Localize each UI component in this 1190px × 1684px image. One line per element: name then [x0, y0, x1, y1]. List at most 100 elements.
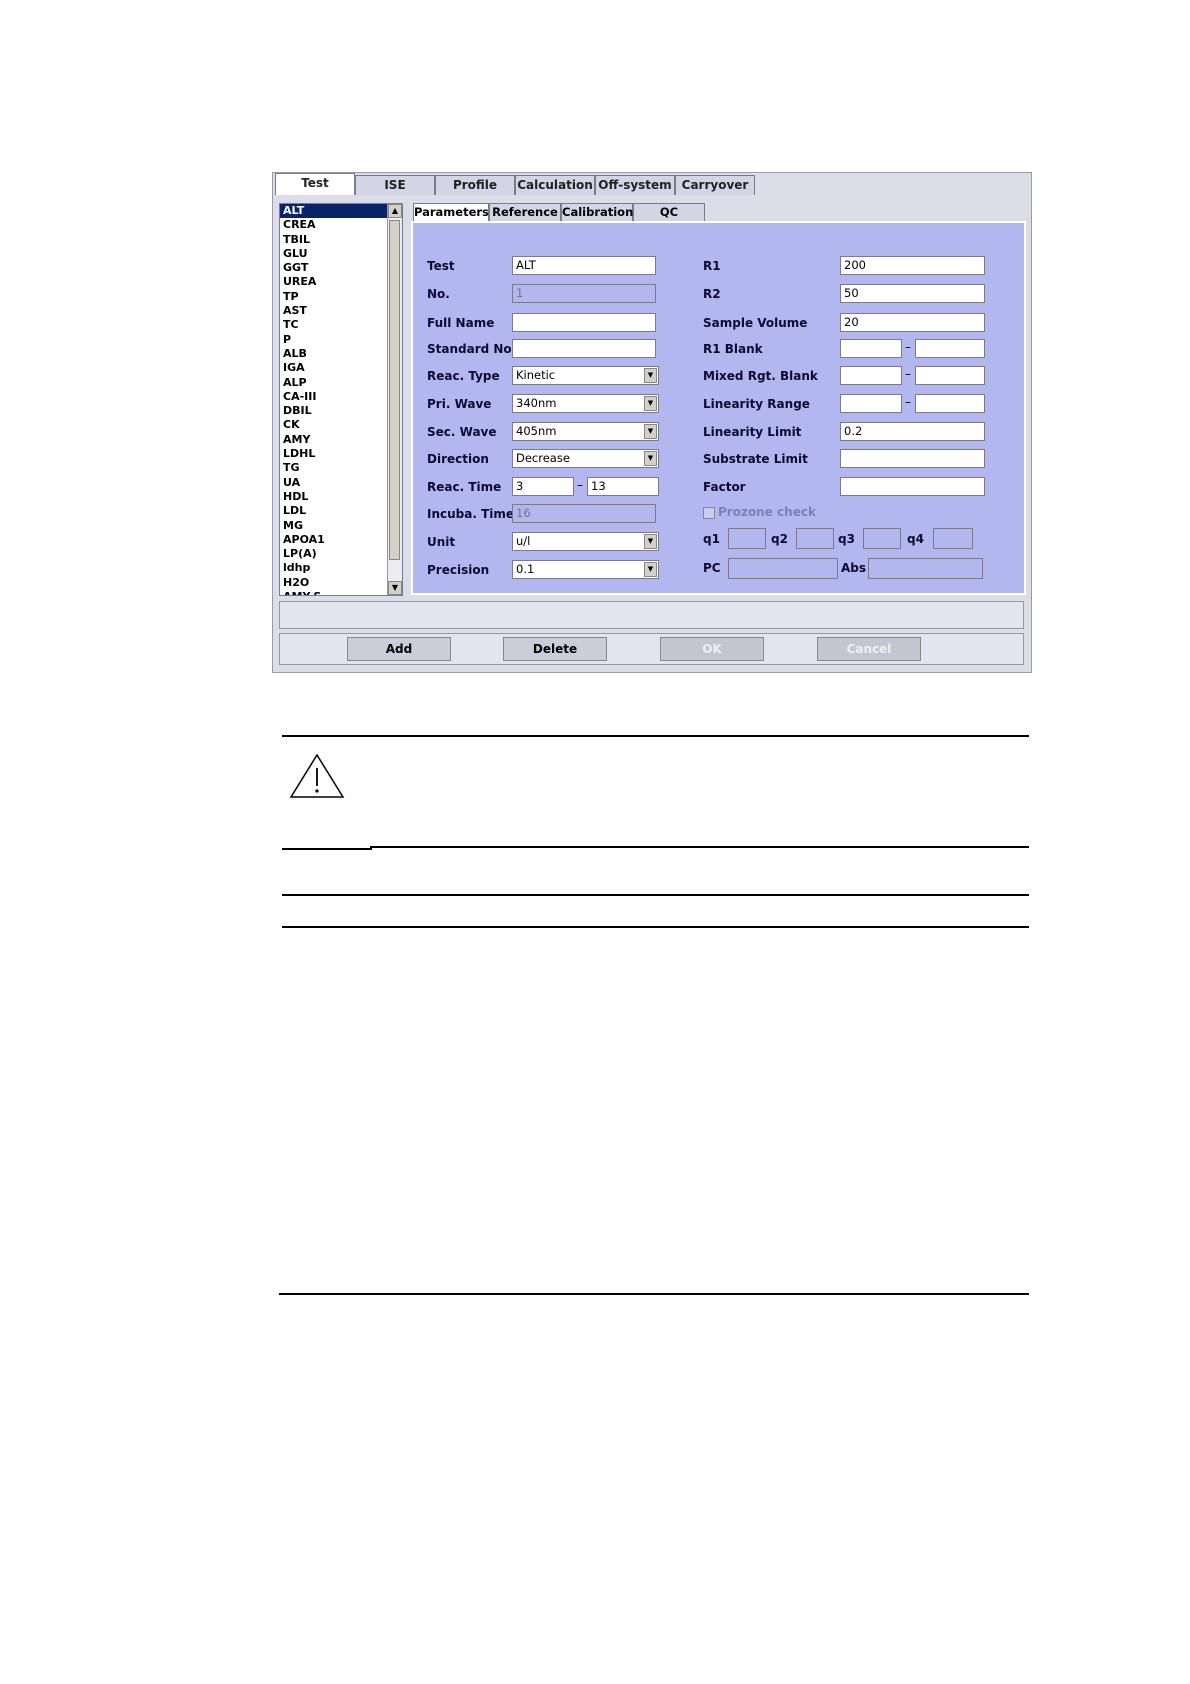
list-item[interactable]: LDL	[280, 504, 388, 518]
label-r1: R1	[703, 259, 721, 273]
substrate-limit-field[interactable]	[840, 449, 985, 468]
list-item[interactable]: LDHL	[280, 447, 388, 461]
tab-ise[interactable]: ISE	[355, 175, 435, 195]
test-list[interactable]: ALT CREA TBIL GLU GGT UREA TP AST TC P ALB IGA ALP CA…	[279, 203, 403, 596]
tab-carryover[interactable]: Carryover	[675, 175, 755, 195]
tab-calibration[interactable]: Calibration	[561, 203, 633, 222]
chevron-down-icon[interactable]: ▼	[644, 368, 657, 383]
list-item[interactable]: UREA	[280, 275, 388, 289]
mixed-rgt-blank-min-field[interactable]	[840, 366, 902, 385]
sec-wave-select[interactable]: 405nm ▼	[512, 422, 659, 441]
unit-select[interactable]: u/l ▼	[512, 532, 659, 551]
list-item[interactable]: MG	[280, 519, 388, 533]
parameters-panel: Test No. Full Name Standard No. Reac. Ty…	[411, 221, 1026, 595]
factor-field[interactable]	[840, 477, 985, 496]
ok-button[interactable]: OK	[660, 637, 764, 661]
list-item[interactable]: TP	[280, 290, 388, 304]
section-rule-2	[282, 926, 1029, 928]
linearity-range-max-field[interactable]	[915, 394, 985, 413]
list-item[interactable]: CREA	[280, 218, 388, 232]
list-item[interactable]: ALB	[280, 347, 388, 361]
label-q3: q3	[838, 532, 855, 546]
label-reac-time: Reac. Time	[427, 480, 502, 494]
chevron-down-icon[interactable]: ▼	[644, 562, 657, 577]
list-item[interactable]: TC	[280, 318, 388, 332]
incuba-time-field: 16	[512, 504, 656, 523]
chevron-down-icon[interactable]: ▼	[644, 451, 657, 466]
warning-triangle-icon	[289, 753, 345, 798]
delete-button[interactable]: Delete	[503, 637, 607, 661]
linearity-range-min-field[interactable]	[840, 394, 902, 413]
label-no: No.	[427, 287, 450, 301]
r1-blank-max-field[interactable]	[915, 339, 985, 358]
direction-select[interactable]: Decrease ▼	[512, 449, 659, 468]
r2-field[interactable]: 50	[840, 284, 985, 303]
r1-field[interactable]: 200	[840, 256, 985, 275]
cancel-button[interactable]: Cancel	[817, 637, 921, 661]
tab-parameters[interactable]: Parameters	[413, 203, 489, 222]
scroll-up-icon[interactable]: ▲	[388, 204, 402, 218]
chevron-down-icon[interactable]: ▼	[644, 534, 657, 549]
reac-time-from-field[interactable]: 3	[512, 477, 574, 496]
label-pri-wave: Pri. Wave	[427, 397, 492, 411]
button-bar: Add Delete OK Cancel	[279, 633, 1024, 665]
direction-value: Decrease	[516, 451, 570, 465]
label-abs: Abs	[841, 561, 867, 575]
list-item[interactable]: CK	[280, 418, 388, 432]
pri-wave-select[interactable]: 340nm ▼	[512, 394, 659, 413]
list-scrollbar[interactable]: ▲ ▼	[387, 204, 402, 595]
list-item[interactable]: IGA	[280, 361, 388, 375]
list-item[interactable]: ALT	[280, 204, 388, 219]
list-item[interactable]: P	[280, 333, 388, 347]
mixed-rgt-blank-max-field[interactable]	[915, 366, 985, 385]
list-item[interactable]: UA	[280, 476, 388, 490]
precision-select[interactable]: 0.1 ▼	[512, 560, 659, 579]
linearity-limit-field[interactable]: 0.2	[840, 422, 985, 441]
prozone-checkbox[interactable]	[703, 507, 715, 519]
section-rule-1	[282, 894, 1029, 896]
label-unit: Unit	[427, 535, 456, 549]
tab-test[interactable]: Test	[275, 173, 355, 195]
list-item[interactable]: AST	[280, 304, 388, 318]
list-item[interactable]: CA-III	[280, 390, 388, 404]
range-dash: –	[905, 340, 911, 354]
tab-calculation[interactable]: Calculation	[515, 175, 595, 195]
standard-no-field[interactable]	[512, 339, 656, 358]
label-reac-type: Reac. Type	[427, 369, 500, 383]
label-pc: PC	[703, 561, 721, 575]
list-item[interactable]: LP(A)	[280, 547, 388, 561]
list-item[interactable]: TG	[280, 461, 388, 475]
reac-time-to-field[interactable]: 13	[587, 477, 659, 496]
label-q4: q4	[907, 532, 924, 546]
test-field[interactable]: ALT	[512, 256, 656, 275]
abs-field	[868, 558, 983, 579]
reac-type-select[interactable]: Kinetic ▼	[512, 366, 659, 385]
list-item[interactable]: ldhp	[280, 561, 388, 575]
scroll-down-icon[interactable]: ▼	[388, 581, 402, 595]
list-item[interactable]: DBIL	[280, 404, 388, 418]
list-item[interactable]: TBIL	[280, 233, 388, 247]
list-item[interactable]: GGT	[280, 261, 388, 275]
add-button[interactable]: Add	[347, 637, 451, 661]
list-item[interactable]: AMY-S	[280, 590, 388, 595]
tab-qc[interactable]: QC	[633, 203, 705, 222]
list-item[interactable]: H2O	[280, 576, 388, 590]
tab-off-system[interactable]: Off-system	[595, 175, 675, 195]
label-test: Test	[427, 259, 455, 273]
list-item[interactable]: GLU	[280, 247, 388, 261]
q3-field	[863, 528, 901, 549]
sample-volume-field[interactable]: 20	[840, 313, 985, 332]
chevron-down-icon[interactable]: ▼	[644, 396, 657, 411]
tab-reference[interactable]: Reference	[489, 203, 561, 222]
list-item[interactable]: APOA1	[280, 533, 388, 547]
tab-profile[interactable]: Profile	[435, 175, 515, 195]
full-name-field[interactable]	[512, 313, 656, 332]
list-item[interactable]: HDL	[280, 490, 388, 504]
chevron-down-icon[interactable]: ▼	[644, 424, 657, 439]
r1-blank-min-field[interactable]	[840, 339, 902, 358]
list-item[interactable]: AMY	[280, 433, 388, 447]
section-rule-bottom	[279, 1293, 1029, 1295]
scroll-thumb[interactable]	[389, 220, 400, 560]
list-item[interactable]: ALP	[280, 376, 388, 390]
caution-divider-right	[372, 846, 1029, 848]
